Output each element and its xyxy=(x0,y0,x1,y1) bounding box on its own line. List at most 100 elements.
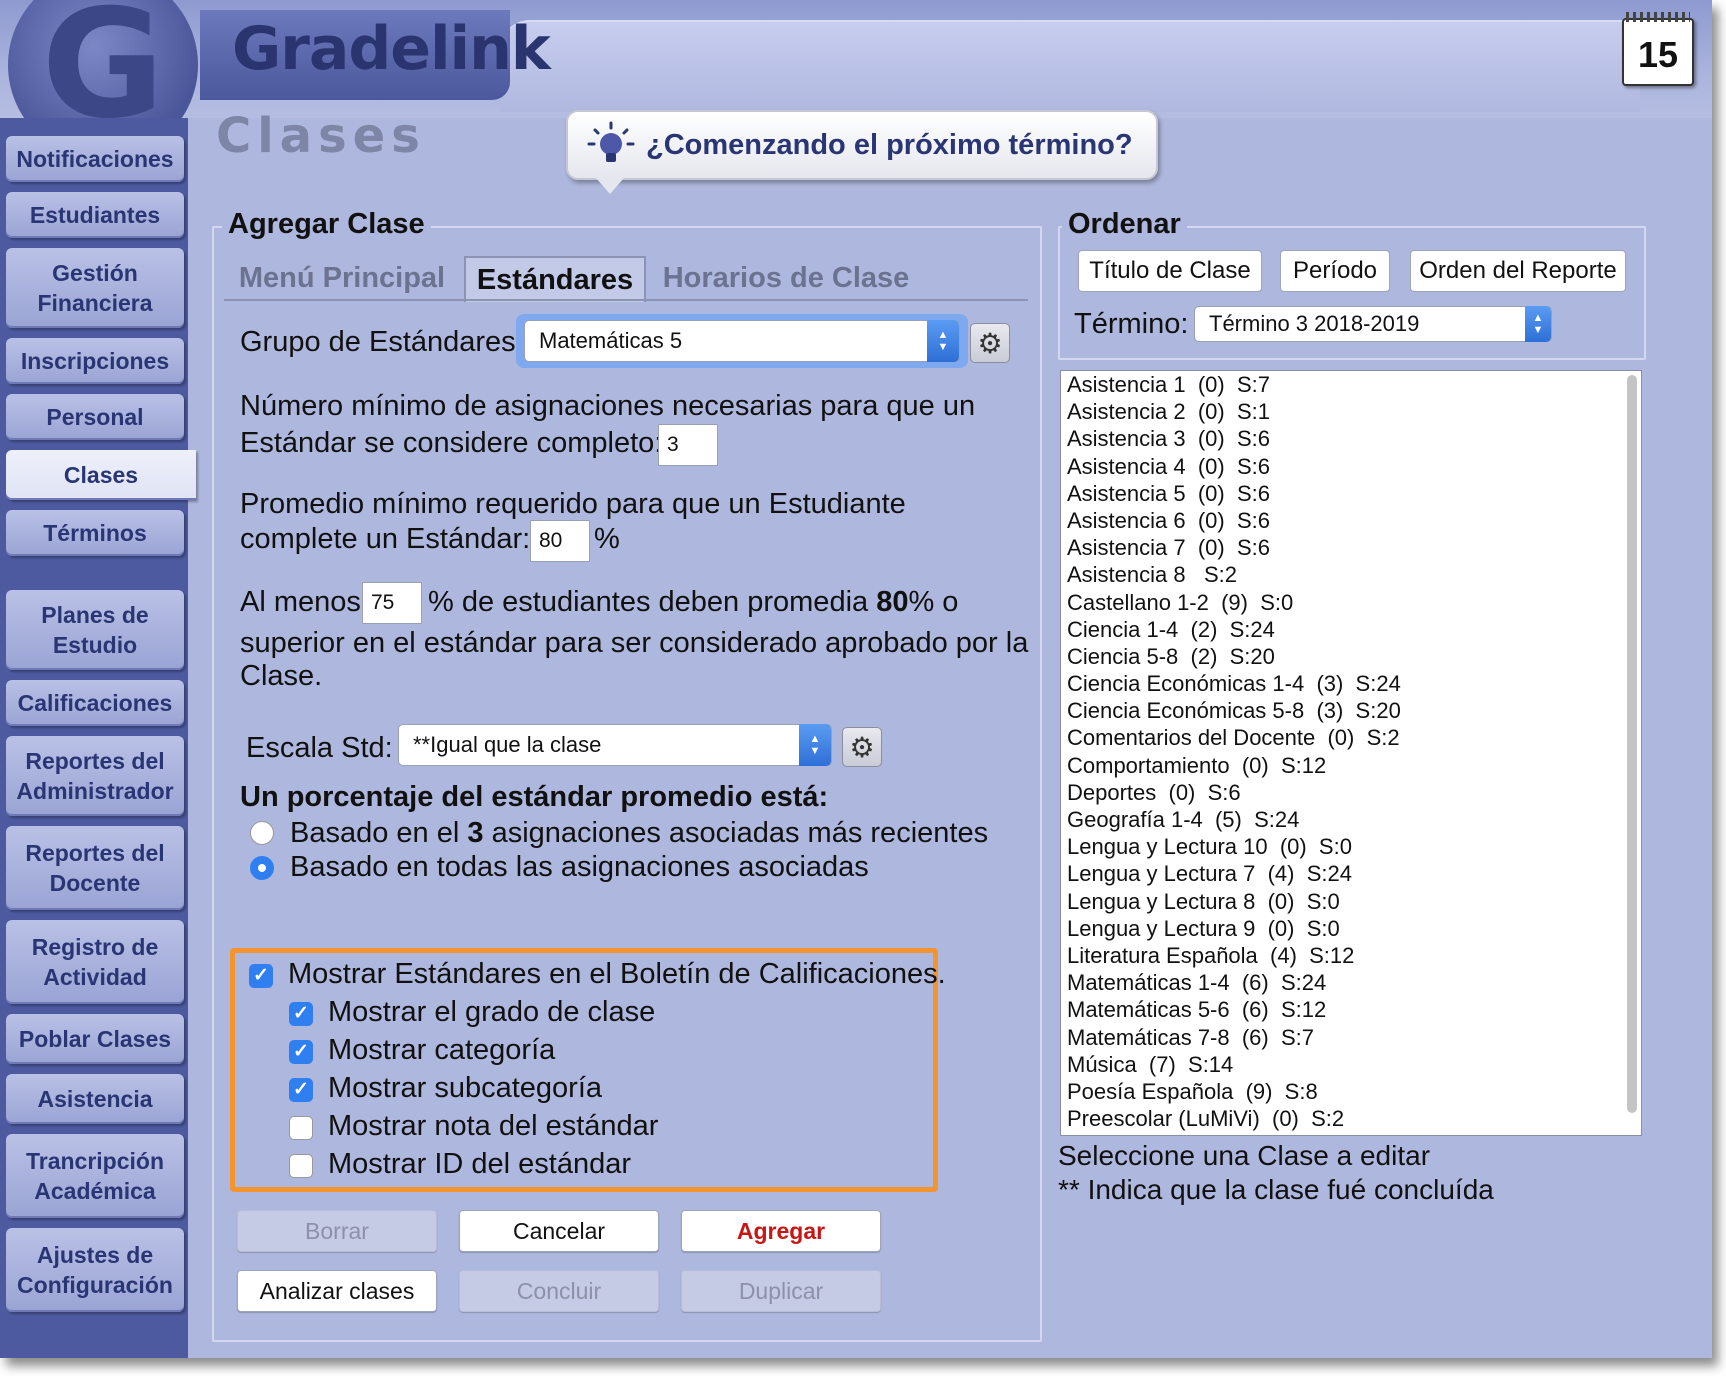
standards-group-label: Grupo de Estándares: xyxy=(240,326,524,358)
at-least-bold: 80 xyxy=(876,586,909,618)
sidebar-item-planes-de-estudio[interactable]: Planes de Estudio xyxy=(6,590,184,670)
sidebar-item-estudiantes[interactable]: Estudiantes xyxy=(6,192,184,238)
sidebar-item-clases[interactable]: Clases xyxy=(6,450,196,500)
banner-wave xyxy=(500,20,1640,112)
sidebar-item-gestion-financiera[interactable]: Gestión Financiera xyxy=(6,248,184,328)
checkbox-show-standard-id[interactable] xyxy=(289,1154,313,1178)
sidebar-item-inscripciones[interactable]: Inscripciones xyxy=(6,338,184,384)
next-term-hint-button[interactable]: ¿Comenzando el próximo término? xyxy=(566,110,1158,194)
class-list-item[interactable]: Literatura Española (4) S:12 xyxy=(1061,942,1641,969)
radio-all-label: Basado en todas las asignaciones asociad… xyxy=(290,851,869,883)
min-assign-text-2: Estándar se considere completo: xyxy=(240,427,663,459)
class-list-item[interactable]: Preescolar (LuMiVi) (0) S:2 xyxy=(1061,1105,1641,1132)
calendar-day: 15 xyxy=(1637,34,1679,75)
radio-all-assignments[interactable] xyxy=(250,856,274,880)
class-list-item[interactable]: Lengua y Lectura 8 (0) S:0 xyxy=(1061,888,1641,915)
class-list-item[interactable]: Geografía 1-4 (5) S:24 xyxy=(1061,806,1641,833)
sidebar-item-asistencia[interactable]: Asistencia xyxy=(6,1074,184,1124)
tab-estandares[interactable]: Estándares xyxy=(464,256,646,302)
sidebar-item-transcripcion-academica[interactable]: Trancripción Académica xyxy=(6,1134,184,1218)
term-label: Término: xyxy=(1074,308,1189,340)
sidebar-item-terminos[interactable]: Términos xyxy=(6,510,184,556)
checkbox-show-category[interactable]: ✓ xyxy=(289,1040,313,1064)
sort-by-title-button[interactable]: Título de Clase xyxy=(1078,250,1262,292)
delete-button[interactable]: Borrar xyxy=(237,1210,437,1252)
radio-recent-assignments[interactable] xyxy=(250,821,274,845)
sidebar-item-personal[interactable]: Personal xyxy=(6,394,184,440)
at-least-line-2: superior en el estándar para ser conside… xyxy=(240,627,1029,659)
tab-menu-principal[interactable]: Menú Principal xyxy=(236,256,448,300)
class-list-item[interactable]: Matemáticas 1-4 (6) S:24 xyxy=(1061,969,1641,996)
class-list-item[interactable]: Asistencia 6 (0) S:6 xyxy=(1061,507,1641,534)
checkbox-show-subcategory[interactable]: ✓ xyxy=(289,1078,313,1102)
average-heading: Un porcentaje del estándar promedio está… xyxy=(240,781,829,813)
class-list-item[interactable]: Matemáticas 5-6 (6) S:12 xyxy=(1061,996,1641,1023)
standards-group-value: Matemáticas 5 xyxy=(539,328,683,353)
scale-label: Escala Std: xyxy=(246,732,393,764)
conclude-button[interactable]: Concluir xyxy=(459,1270,659,1312)
sort-by-period-button[interactable]: Período xyxy=(1280,250,1390,292)
class-list-item[interactable]: Poesía Española (9) S:8 xyxy=(1061,1078,1641,1105)
min-assignments-input[interactable]: 3 xyxy=(658,424,718,466)
term-select[interactable]: Término 3 2018-2019 ▲ ▼ xyxy=(1194,306,1552,342)
sidebar-item-notificaciones[interactable]: Notificaciones xyxy=(6,136,184,182)
class-list-item[interactable]: Lengua y Lectura 9 (0) S:0 xyxy=(1061,915,1641,942)
sidebar-item-reportes-docente[interactable]: Reportes del Docente xyxy=(6,826,184,910)
class-items: Asistencia 1 (0) S:7 Asistencia 2 (0) S:1… xyxy=(1061,371,1641,1132)
class-list-item[interactable]: Ciencia Económicas 1-4 (3) S:24 xyxy=(1061,670,1641,697)
class-list-item[interactable]: Asistencia 1 (0) S:7 xyxy=(1061,371,1641,398)
top-banner: G Gradelink 15 xyxy=(0,0,1712,160)
sidebar-item-poblar-clases[interactable]: Poblar Clases xyxy=(6,1014,184,1064)
calendar-icon[interactable]: 15 xyxy=(1622,12,1694,86)
class-list-item[interactable]: Asistencia 3 (0) S:6 xyxy=(1061,425,1641,452)
class-list-item[interactable]: Deportes (0) S:6 xyxy=(1061,779,1641,806)
sidebar-item-reportes-administrador[interactable]: Reportes del Administrador xyxy=(6,736,184,816)
class-list-item[interactable]: Lengua y Lectura 7 (4) S:24 xyxy=(1061,860,1641,887)
min-average-input[interactable]: 80 xyxy=(530,520,590,562)
scale-select[interactable]: **Igual que la clase ▲ ▼ xyxy=(398,724,832,766)
standards-group-select[interactable]: Matemáticas 5 ▲ ▼ xyxy=(524,320,960,362)
class-list-item[interactable]: Matemáticas 7-8 (6) S:7 xyxy=(1061,1024,1641,1051)
class-list-item[interactable]: Asistencia 4 (0) S:6 xyxy=(1061,453,1641,480)
gear-icon[interactable]: ⚙ xyxy=(970,323,1010,363)
class-list[interactable]: Asistencia 1 (0) S:7 Asistencia 2 (0) S:1… xyxy=(1060,370,1642,1136)
add-button[interactable]: Agregar xyxy=(681,1210,881,1252)
class-list-item[interactable]: Música (7) S:14 xyxy=(1061,1051,1641,1078)
class-list-item[interactable]: Comentarios del Docente (0) S:2 xyxy=(1061,724,1641,751)
class-list-item[interactable]: Asistencia 7 (0) S:6 xyxy=(1061,534,1641,561)
at-least-percent-input[interactable]: 75 xyxy=(362,582,422,624)
class-list-item[interactable]: Asistencia 5 (0) S:6 xyxy=(1061,480,1641,507)
class-list-item[interactable]: Ciencia 1-4 (2) S:24 xyxy=(1061,616,1641,643)
class-list-item[interactable]: Asistencia 8 S:2 xyxy=(1061,561,1641,588)
analyze-classes-button[interactable]: Analizar clases xyxy=(237,1270,437,1312)
checkbox-show-standards[interactable]: ✓ xyxy=(249,964,273,988)
min-avg-text-2: complete un Estándar: xyxy=(240,523,531,555)
class-list-item[interactable]: Comportamiento (0) S:12 xyxy=(1061,752,1641,779)
class-list-item[interactable]: Castellano 1-2 (9) S:0 xyxy=(1061,589,1641,616)
sidebar-item-registro-actividad[interactable]: Registro de Actividad xyxy=(6,920,184,1004)
checkbox-show-class-grade[interactable]: ✓ xyxy=(289,1002,313,1026)
select-class-help: Seleccione una Clase a editar xyxy=(1058,1140,1431,1171)
sort-by-report-order-button[interactable]: Orden del Reporte xyxy=(1410,250,1626,292)
percent-sign: % xyxy=(594,523,620,555)
at-least-line-3: Clase. xyxy=(240,660,323,692)
sidebar-item-calificaciones[interactable]: Calificaciones xyxy=(6,680,184,726)
radio-recent-prefix: Basado en el xyxy=(290,817,460,849)
duplicate-button[interactable]: Duplicar xyxy=(681,1270,881,1312)
radio-recent-bold: 3 xyxy=(467,817,484,849)
gear-icon[interactable]: ⚙ xyxy=(842,727,882,767)
checkbox-show-standard-grade[interactable] xyxy=(289,1116,313,1140)
min-avg-text-1: Promedio mínimo requerido para que un Es… xyxy=(240,488,906,520)
class-list-item[interactable]: Asistencia 2 (0) S:1 xyxy=(1061,398,1641,425)
cancel-button[interactable]: Cancelar xyxy=(459,1210,659,1252)
page-title: Clases xyxy=(216,108,426,164)
select-arrows-icon: ▲ ▼ xyxy=(799,724,831,766)
class-list-item[interactable]: Ciencia Económicas 5-8 (3) S:20 xyxy=(1061,697,1641,724)
class-list-item[interactable]: Ciencia 5-8 (2) S:20 xyxy=(1061,643,1641,670)
tab-horarios-de-clase[interactable]: Horarios de Clase xyxy=(656,256,916,300)
class-list-item[interactable]: Lengua y Lectura 10 (0) S:0 xyxy=(1061,833,1641,860)
sidebar: Notificaciones Estudiantes Gestión Finan… xyxy=(0,118,196,1358)
scrollbar[interactable] xyxy=(1627,375,1637,1113)
sidebar-item-ajustes-configuracion[interactable]: Ajustes de Configuración xyxy=(6,1228,184,1312)
radio-recent-suffix: asignaciones asociadas más recientes xyxy=(491,817,989,849)
